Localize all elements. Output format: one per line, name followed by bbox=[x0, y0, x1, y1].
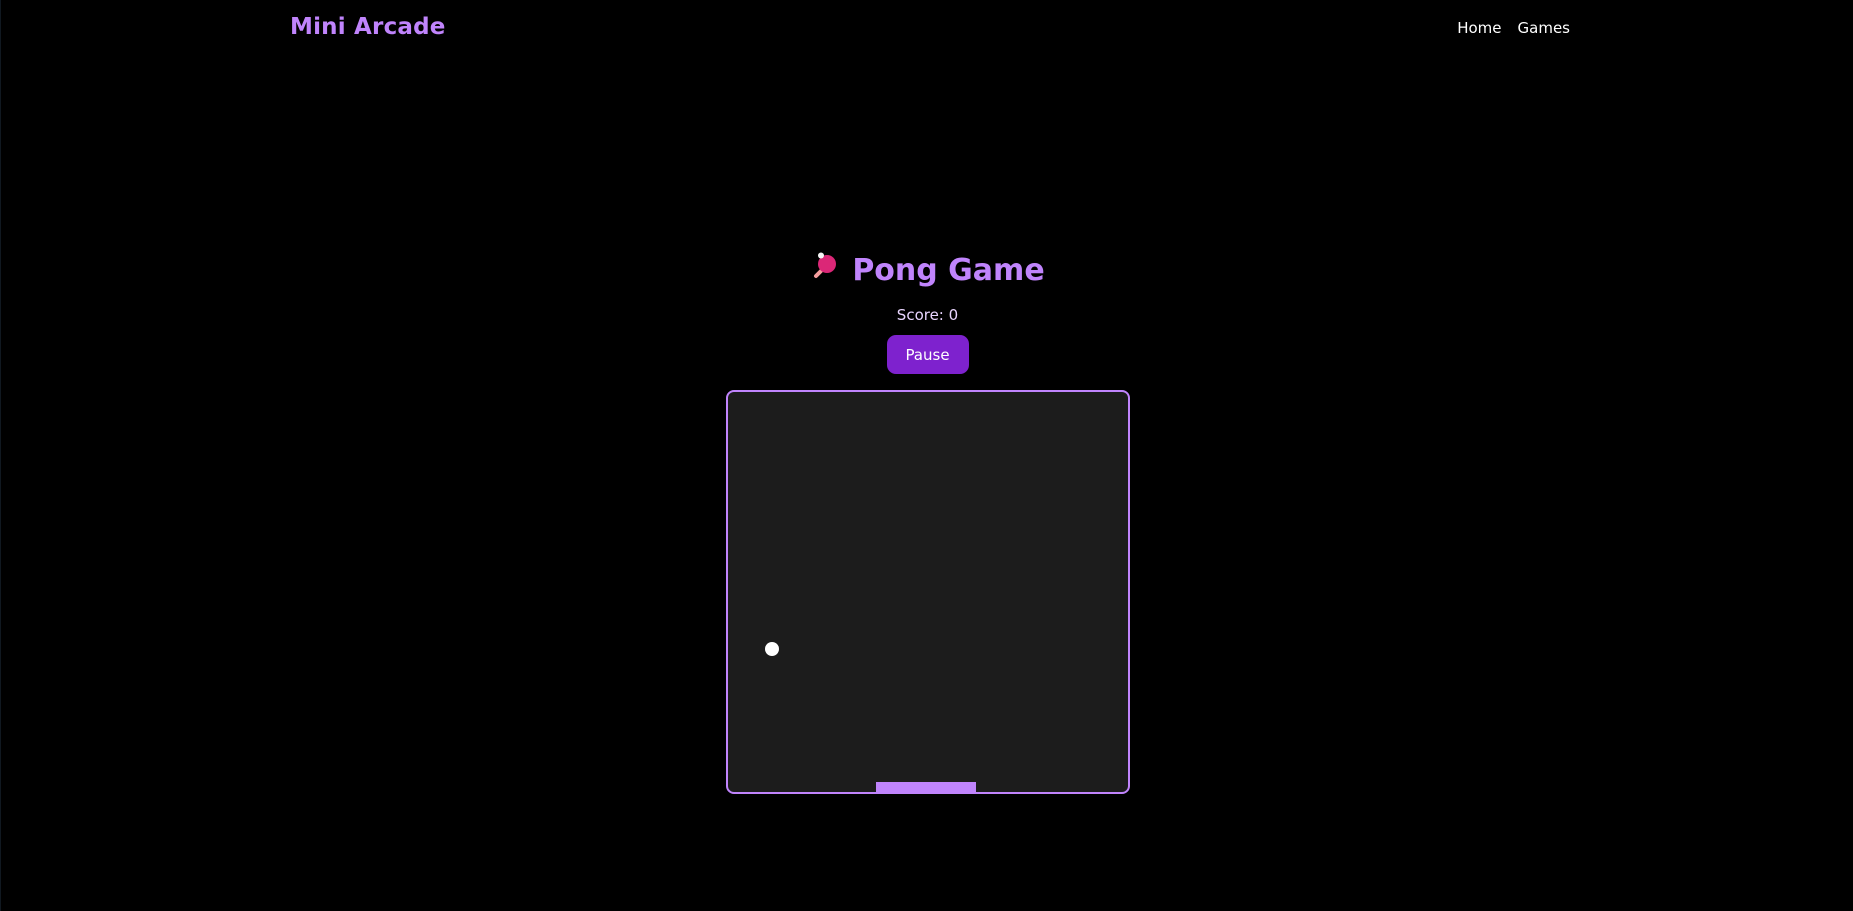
ball bbox=[764, 642, 779, 656]
site-logo[interactable]: Mini Arcade bbox=[290, 14, 446, 40]
page-title: Pong Game bbox=[810, 250, 1045, 290]
nav-link-home[interactable]: Home bbox=[1457, 19, 1501, 37]
top-nav: Home Games bbox=[1457, 19, 1570, 37]
pause-button[interactable]: Pause bbox=[886, 335, 969, 374]
ping-pong-paddle-icon bbox=[810, 251, 840, 289]
player-paddle[interactable] bbox=[875, 782, 976, 792]
page: Mini Arcade Home Games Pong Game Score: … bbox=[0, 0, 1853, 911]
page-title-text: Pong Game bbox=[852, 252, 1045, 288]
game-section: Pong Game Score: 0 Pause bbox=[1, 250, 1853, 794]
nav-link-games[interactable]: Games bbox=[1518, 19, 1570, 37]
score-display: Score: 0 bbox=[896, 306, 959, 324]
game-board[interactable] bbox=[725, 390, 1130, 794]
